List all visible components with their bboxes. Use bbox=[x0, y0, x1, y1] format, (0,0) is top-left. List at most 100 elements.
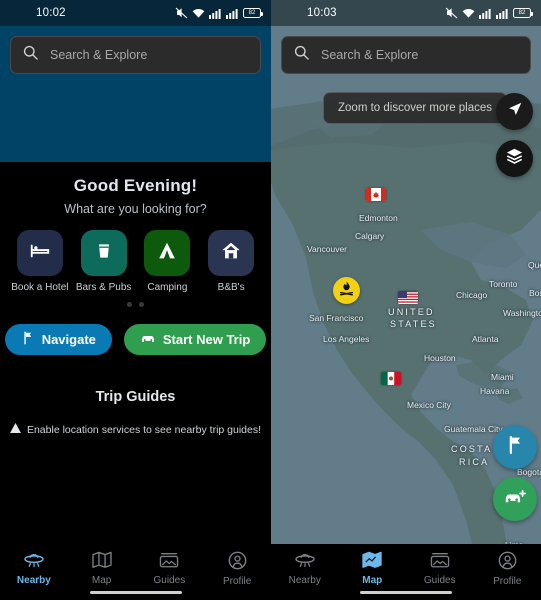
campfire-icon bbox=[338, 280, 355, 302]
home-indicator bbox=[89, 590, 182, 594]
nav-item-nearby[interactable]: Nearby bbox=[0, 551, 68, 586]
nav-item-profile[interactable]: Profile bbox=[474, 551, 541, 587]
nav-item-guides[interactable]: Guides bbox=[406, 551, 474, 586]
pager-dot[interactable] bbox=[139, 302, 144, 307]
search-icon bbox=[23, 45, 38, 65]
map-label: Atlanta bbox=[472, 334, 499, 344]
map-label: Guatemala City bbox=[444, 424, 503, 434]
map-country-label: RICA bbox=[459, 457, 490, 467]
map-canvas[interactable]: 10:03 82 Search & Explore Zoom to discov… bbox=[271, 0, 541, 600]
signal-icon-1 bbox=[209, 8, 222, 19]
category-bars-and-pubs[interactable]: Bars & Pubs bbox=[75, 230, 133, 293]
search-placeholder: Search & Explore bbox=[321, 48, 419, 62]
navigate-button[interactable]: Navigate bbox=[4, 324, 112, 355]
battery-icon: 82 bbox=[513, 8, 533, 18]
directions-icon bbox=[21, 331, 35, 348]
house-icon bbox=[220, 240, 242, 267]
nav-label: Guides bbox=[423, 575, 456, 586]
map-country-label: STATES bbox=[390, 319, 437, 329]
map-country-label: UNITED bbox=[388, 307, 435, 317]
nav-label: Profile bbox=[493, 576, 522, 587]
mute-icon bbox=[445, 7, 458, 19]
map-label: San Francisco bbox=[309, 313, 364, 323]
person-circle-icon bbox=[228, 551, 247, 573]
nav-item-profile[interactable]: Profile bbox=[203, 551, 271, 587]
map-label: Calgary bbox=[355, 231, 385, 241]
bed-icon bbox=[29, 240, 51, 267]
start-new-trip-button[interactable]: Start New Trip bbox=[123, 324, 267, 355]
pager-dot[interactable] bbox=[127, 302, 132, 307]
category-label: Bars & Pubs bbox=[75, 282, 132, 293]
search-input[interactable]: Search & Explore bbox=[281, 36, 531, 74]
signal-icon-2 bbox=[226, 8, 239, 19]
status-icons: 82 bbox=[175, 7, 263, 19]
category-label: B&B's bbox=[217, 282, 245, 293]
nav-item-map[interactable]: Map bbox=[68, 551, 136, 586]
map-icon bbox=[362, 551, 382, 572]
map-screen: 10:03 82 Search & Explore Zoom to discov… bbox=[271, 0, 541, 600]
carousel-pager[interactable] bbox=[0, 302, 271, 307]
search-icon bbox=[294, 45, 309, 65]
directions-fab[interactable] bbox=[493, 425, 537, 469]
nav-item-map[interactable]: Map bbox=[339, 551, 407, 586]
car-plus-icon bbox=[504, 487, 527, 512]
campfire-marker[interactable] bbox=[333, 277, 360, 304]
zoom-hint-toast: Zoom to discover more places bbox=[323, 92, 508, 124]
map-label: Edmonton bbox=[359, 213, 398, 223]
status-icons: 82 bbox=[445, 7, 533, 19]
map-label: Washington bbox=[503, 308, 541, 318]
category-tile[interactable] bbox=[16, 230, 63, 276]
signal-icon-2 bbox=[496, 8, 509, 19]
map-country-label: COSTA bbox=[451, 444, 493, 454]
category-tile[interactable] bbox=[80, 230, 127, 276]
navigate-label: Navigate bbox=[41, 332, 96, 347]
search-container: Search & Explore bbox=[271, 26, 541, 74]
nav-label: Nearby bbox=[288, 575, 321, 586]
nav-label: Nearby bbox=[16, 575, 51, 586]
car-icon bbox=[140, 331, 156, 348]
nav-label: Guides bbox=[153, 575, 186, 586]
nearby-screen: 10:02 82 Search & Explore Good Evening! … bbox=[0, 0, 271, 600]
category-row: Book a Hotel Bars & Pubs Camping B&B's bbox=[0, 216, 271, 293]
bottom-navigation: Nearby Map Guides Profile bbox=[0, 544, 271, 600]
battery-icon: 82 bbox=[243, 8, 263, 18]
status-bar: 10:03 82 bbox=[271, 0, 541, 26]
nav-item-guides[interactable]: Guides bbox=[136, 551, 204, 586]
nearby-content: Good Evening! What are you looking for? … bbox=[0, 162, 271, 600]
home-indicator bbox=[360, 590, 452, 594]
ufo-icon bbox=[294, 551, 316, 572]
map-label: Miami bbox=[491, 372, 514, 382]
trip-guides-notice-text: Enable location services to see nearby t… bbox=[26, 423, 262, 436]
start-new-trip-label: Start New Trip bbox=[162, 332, 251, 347]
map-label: Que bbox=[528, 260, 541, 270]
category-bnbs[interactable]: B&B's bbox=[202, 230, 260, 293]
map-label: Toronto bbox=[489, 279, 518, 289]
layers-button[interactable] bbox=[496, 140, 533, 177]
ufo-icon bbox=[23, 551, 45, 572]
status-time: 10:02 bbox=[36, 7, 66, 19]
category-label: Book a Hotel bbox=[11, 282, 69, 293]
status-bar: 10:02 82 bbox=[0, 0, 271, 26]
map-label: Bos bbox=[529, 288, 541, 298]
nav-label: Map bbox=[362, 575, 383, 586]
map-icon bbox=[91, 551, 112, 572]
flag-united-states bbox=[398, 291, 418, 304]
hero-banner: Search & Explore bbox=[0, 26, 271, 162]
search-input[interactable]: Search & Explore bbox=[10, 36, 261, 74]
drink-icon bbox=[94, 241, 114, 266]
category-book-a-hotel[interactable]: Book a Hotel bbox=[11, 230, 69, 293]
add-trip-fab[interactable] bbox=[493, 477, 537, 521]
photo-icon bbox=[430, 551, 450, 572]
mute-icon bbox=[175, 7, 188, 19]
category-tile[interactable] bbox=[208, 230, 255, 276]
locate-button[interactable] bbox=[496, 93, 533, 130]
map-label: Vancouver bbox=[307, 244, 348, 254]
nav-item-nearby[interactable]: Nearby bbox=[271, 551, 339, 586]
bottom-navigation: Nearby Map Guides Profile bbox=[271, 544, 541, 600]
dual-screenshot: 10:02 82 Search & Explore Good Evening! … bbox=[0, 0, 541, 600]
flag-canada bbox=[366, 188, 386, 201]
category-camping[interactable]: Camping bbox=[138, 230, 196, 293]
wifi-icon bbox=[462, 8, 475, 19]
category-tile[interactable] bbox=[144, 230, 191, 276]
trip-guides-notice: Enable location services to see nearby t… bbox=[0, 423, 271, 436]
